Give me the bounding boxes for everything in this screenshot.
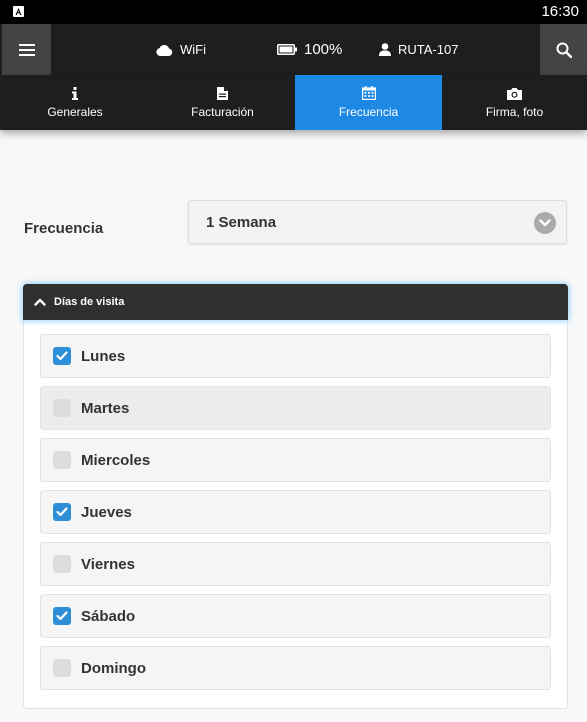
- check-icon: [56, 351, 68, 361]
- tab-facturacion[interactable]: Facturación: [150, 75, 295, 130]
- frecuencia-label: Frecuencia: [24, 220, 104, 237]
- tab-generales[interactable]: Generales: [0, 75, 150, 130]
- checkbox[interactable]: [53, 399, 71, 417]
- wifi-status: WiFi: [156, 24, 206, 75]
- clock: 16:30: [541, 3, 579, 20]
- top-bar: WiFi 100% RUTA-107: [0, 24, 587, 75]
- day-label: Lunes: [81, 347, 126, 365]
- dias-visita-title: Días de visita: [54, 296, 125, 308]
- checkbox[interactable]: [53, 451, 71, 469]
- tab-label: Facturación: [191, 104, 254, 119]
- day-label: Viernes: [81, 555, 135, 573]
- status-bar: 16:30: [0, 0, 587, 24]
- app-icon: [13, 6, 24, 17]
- frecuencia-select[interactable]: 1 Semana: [188, 200, 567, 244]
- day-lunes[interactable]: Lunes: [40, 334, 551, 378]
- check-icon: [56, 611, 68, 621]
- frecuencia-value: 1 Semana: [206, 214, 277, 231]
- cloud-icon: [156, 44, 173, 56]
- day-miercoles[interactable]: Miercoles: [40, 438, 551, 482]
- tab-label: Firma, foto: [485, 104, 544, 119]
- user-status: RUTA-107: [379, 24, 458, 75]
- tab-frecuencia[interactable]: Frecuencia: [295, 75, 442, 130]
- day-martes[interactable]: Martes: [40, 386, 551, 430]
- battery-label: 100%: [304, 41, 343, 58]
- search-icon: [556, 42, 572, 58]
- checkbox[interactable]: [53, 503, 71, 521]
- chevron-up-icon: [34, 298, 46, 306]
- battery-status: 100%: [277, 24, 342, 75]
- day-label: Martes: [81, 399, 130, 417]
- checkbox[interactable]: [53, 347, 71, 365]
- camera-icon: [507, 87, 522, 100]
- day-label: Jueves: [81, 503, 132, 521]
- menu-icon: [18, 43, 35, 56]
- battery-icon: [277, 44, 297, 55]
- tab-label: Generales: [47, 104, 103, 119]
- search-button[interactable]: [540, 24, 587, 75]
- wifi-label: WiFi: [180, 42, 206, 57]
- checkbox[interactable]: [53, 555, 71, 573]
- dias-visita-header[interactable]: Días de visita: [23, 284, 568, 320]
- tab-firma-foto[interactable]: Firma, foto: [442, 75, 587, 130]
- day-label: Sábado: [81, 607, 136, 625]
- chevron-down-icon: [534, 212, 556, 234]
- user-icon: [379, 43, 391, 56]
- tab-label: Frecuencia: [338, 105, 399, 119]
- day-sabado[interactable]: Sábado: [40, 594, 551, 638]
- day-domingo[interactable]: Domingo: [40, 646, 551, 690]
- day-viernes[interactable]: Viernes: [40, 542, 551, 586]
- info-icon: [72, 86, 78, 100]
- day-label: Domingo: [81, 659, 146, 677]
- calendar-icon: [361, 86, 376, 100]
- document-icon: [217, 86, 228, 100]
- user-label: RUTA-107: [398, 42, 459, 57]
- checkbox[interactable]: [53, 607, 71, 625]
- tab-bar: Generales Facturación Frecuencia Firma, …: [0, 75, 587, 130]
- checkbox[interactable]: [53, 659, 71, 677]
- dias-visita-panel: Días de visita Lunes Martes Miercoles Ju…: [23, 284, 568, 709]
- day-jueves[interactable]: Jueves: [40, 490, 551, 534]
- check-icon: [56, 507, 68, 517]
- menu-button[interactable]: [2, 24, 51, 75]
- day-label: Miercoles: [81, 451, 151, 469]
